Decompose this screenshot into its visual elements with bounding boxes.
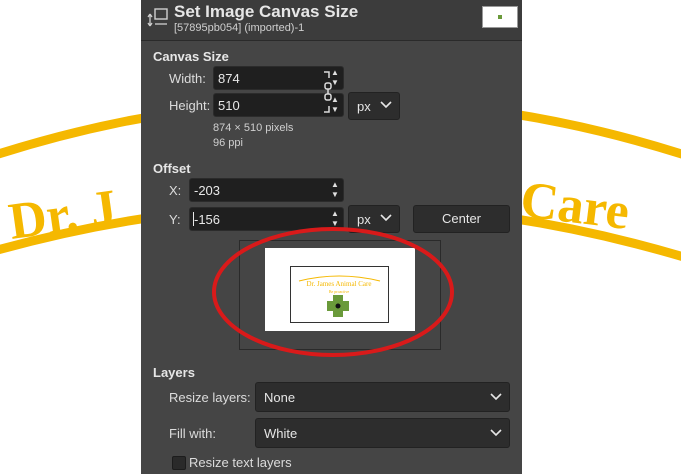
resize-layers-value: None — [264, 390, 296, 405]
pixels-info: 874 × 510 pixels — [213, 122, 294, 134]
background-logo-text-right: Care — [517, 171, 632, 241]
resize-layers-dropdown[interactable]: None — [255, 382, 510, 412]
width-label: Width: — [169, 71, 206, 86]
offset-x-input[interactable] — [194, 182, 264, 198]
chain-link-icon[interactable] — [321, 70, 335, 114]
offset-x-label: X: — [169, 183, 182, 198]
canvas-size-dialog: Set Image Canvas Size [57895pb054] (impo… — [141, 0, 522, 474]
offset-y-label: Y: — [169, 212, 181, 227]
center-button[interactable]: Center — [413, 205, 510, 233]
resize-text-layers-checkbox[interactable] — [172, 456, 186, 470]
offset-heading: Offset — [153, 161, 191, 176]
background-logo-text-left: Dr. J — [5, 179, 120, 250]
dialog-title: Set Image Canvas Size — [174, 2, 359, 21]
offset-y-spin-arrows-icon[interactable]: ▲ ▼ — [329, 209, 341, 229]
fill-with-label: Fill with: — [169, 426, 216, 441]
chevron-down-icon — [490, 429, 502, 437]
offset-y-input[interactable] — [194, 211, 264, 227]
canvas-size-heading: Canvas Size — [153, 49, 229, 64]
resize-layers-label: Resize layers: — [169, 390, 251, 405]
layers-heading: Layers — [153, 365, 195, 380]
offset-unit-dropdown[interactable]: px — [348, 205, 400, 233]
canvas-unit-dropdown[interactable]: px — [348, 92, 400, 120]
preview-logo-subtext: Be proactive — [329, 289, 350, 294]
offset-x-spin-arrows-icon[interactable]: ▲ ▼ — [329, 180, 341, 200]
preview-logo-text: Dr. James Animal Care — [307, 280, 372, 288]
fill-with-dropdown[interactable]: White — [255, 418, 510, 448]
chevron-down-icon — [380, 214, 392, 222]
height-input[interactable] — [218, 97, 288, 113]
height-label: Height: — [169, 98, 211, 113]
offset-unit-value: px — [357, 212, 371, 227]
offset-x-spinbutton[interactable]: ▲▼ — [189, 178, 344, 202]
canvas-size-icon — [147, 8, 168, 27]
chevron-down-icon — [490, 393, 502, 401]
width-input[interactable] — [218, 70, 288, 86]
image-thumbnail — [482, 6, 518, 28]
dialog-subtitle: [57895pb054] (imported)-1 — [174, 22, 305, 34]
fill-with-value: White — [264, 426, 298, 441]
preview-logo: Dr. James Animal Care Be proactive — [298, 275, 381, 317]
ppi-info: 96 ppi — [213, 137, 243, 149]
dialog-header: Set Image Canvas Size [57895pb054] (impo… — [141, 0, 522, 41]
resize-text-layers-label: Resize text layers — [189, 455, 292, 470]
preview-image[interactable]: Dr. James Animal Care Be proactive — [290, 266, 389, 323]
canvas-unit-value: px — [357, 99, 371, 114]
offset-y-spinbutton[interactable]: ▲▼ — [189, 207, 344, 231]
chevron-down-icon — [380, 101, 392, 109]
